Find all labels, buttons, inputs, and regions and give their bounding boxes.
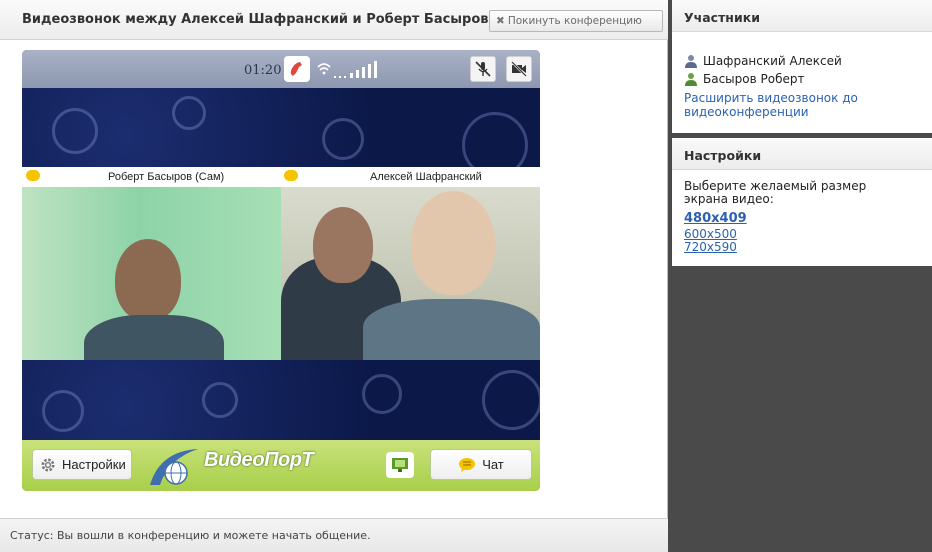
phone-icon [290,62,302,76]
video-frame: 01:20 Роберт Басыров (Сам) Алексей Шафра… [22,50,540,491]
participant-item[interactable]: Шафранский Алексей [684,54,842,68]
remote-video [281,187,540,360]
chat-icon [459,457,476,472]
mute-microphone-button[interactable] [470,56,496,82]
conference-header: Видеозвонок между Алексей Шафранский и Р… [0,0,668,40]
settings-title: Настройки [672,138,932,170]
video-size-option[interactable]: 480x409 [684,211,747,226]
participants-panel: Участники Шафранский Алексей Басыров Роб… [672,0,932,133]
video-name-bar: Роберт Басыров (Сам) Алексей Шафранский [22,167,540,187]
leave-conference-label: Покинуть конференцию [507,15,642,27]
self-video-name: Роберт Басыров (Сам) [108,171,225,183]
mute-mic-icon [475,61,491,77]
globe-logo-icon [150,449,198,485]
screen-share-icon [392,458,408,472]
speech-bubble-icon [284,170,298,181]
participants-title: Участники [672,0,932,32]
expand-to-conference-link[interactable]: Расширить видеозвонок до видеоконференци… [684,91,914,119]
user-icon [685,55,697,68]
screen-share-button[interactable] [386,452,414,478]
video-size-description: Выберите желаемый размер экрана видео: [684,179,867,206]
user-icon [685,73,697,86]
call-toolbar: 01:20 [22,50,540,88]
participant-name: Басыров Роберт [703,72,805,86]
video-settings-button[interactable]: Настройки [32,449,132,480]
remote-video-name: Алексей Шафранский [370,171,482,183]
videoport-logo: ВидеоПорТ [146,445,314,487]
camera-off-icon [511,61,527,77]
camera-off-button[interactable] [506,56,532,82]
chat-button[interactable]: Чат [430,449,532,480]
signal-icon [317,61,377,78]
main-panel: Видеозвонок между Алексей Шафранский и Р… [0,0,668,552]
chat-label: Чат [482,457,504,472]
page-title: Видеозвонок между Алексей Шафранский и Р… [22,12,489,27]
call-timer: 01:20 [244,63,282,78]
video-background-bottom [22,360,540,440]
video-control-bar: Настройки ВидеоПорТ Чат [22,440,540,491]
participant-item[interactable]: Басыров Роберт [684,72,804,86]
video-settings-label: Настройки [62,457,126,472]
video-size-option[interactable]: 600x500 [684,227,737,241]
settings-panel: Настройки Выберите желаемый размер экран… [672,138,932,266]
speech-bubble-icon [26,170,40,181]
self-video [22,187,281,360]
participant-name: Шафранский Алексей [703,54,842,68]
gear-icon [41,458,55,471]
close-icon: ✖ [496,15,505,27]
logo-text: ВидеоПорТ [204,449,314,471]
hang-up-button[interactable] [284,56,310,82]
video-background-top [22,88,540,178]
video-size-option[interactable]: 720x590 [684,240,737,254]
status-bar: Статус: Вы вошли в конференцию и можете … [0,518,668,552]
leave-conference-button[interactable]: ✖ Покинуть конференцию [489,10,663,32]
status-text: Статус: Вы вошли в конференцию и можете … [10,529,371,542]
